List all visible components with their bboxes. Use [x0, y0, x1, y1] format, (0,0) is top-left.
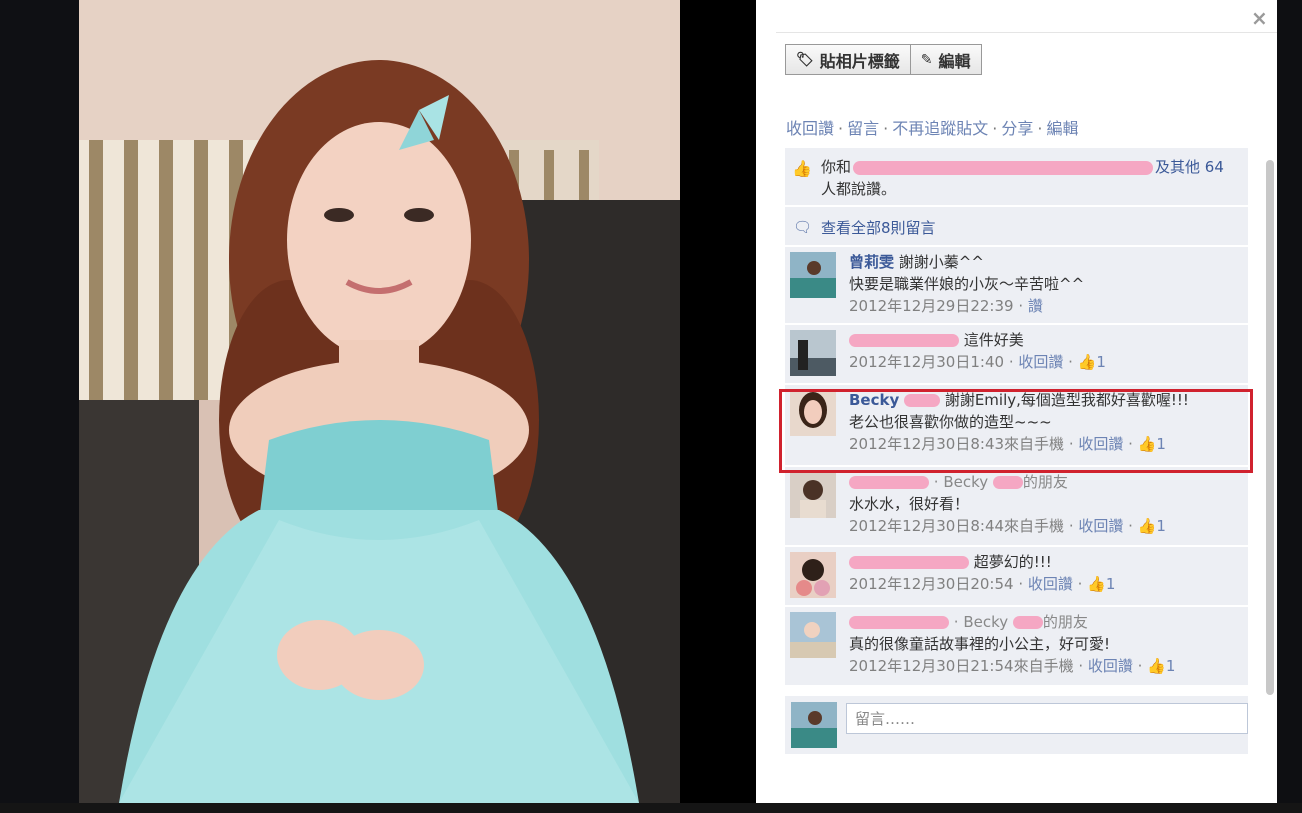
unlike-link[interactable]: 收回讚	[1028, 575, 1073, 593]
comment-likes[interactable]: 👍1	[1147, 657, 1175, 675]
comment-time[interactable]: 2012年12月30日21:54來自手機	[849, 657, 1074, 675]
friend-suffix: 的朋友	[1022, 473, 1068, 491]
avatar[interactable]	[790, 552, 836, 598]
tag-icon: 🏷	[796, 51, 814, 68]
avatar[interactable]	[790, 330, 836, 376]
unlike-link[interactable]: 收回讚	[1078, 517, 1123, 535]
photo-toolbar: 🏷 貼相片標籤 ✎ 編輯	[785, 44, 982, 75]
comment-likes[interactable]: 👍1	[1078, 353, 1106, 371]
redacted-author	[849, 616, 949, 629]
comment-feed: 👍 你和 及其他 64 人都說讚。 🗨 查看全部8則留言 曾莉雯 謝謝小蓁^^ 快…	[785, 148, 1248, 685]
right-backdrop	[1277, 0, 1302, 813]
comment-time[interactable]: 2012年12月29日22:39	[849, 297, 1014, 315]
likes-suffix: 人都說讚。	[821, 180, 897, 198]
stage-left-shade	[0, 0, 79, 813]
comment-text-cont: 老公也很喜歡你做的造型~~~	[849, 413, 1052, 431]
comment-text: 這件好美	[963, 331, 1024, 349]
unlike-link[interactable]: 收回讚	[1088, 657, 1133, 675]
unfollow-link[interactable]: 不再追蹤貼文	[892, 119, 988, 138]
comment-likes[interactable]: 👍1	[1087, 575, 1115, 593]
view-all-label: 查看全部8則留言	[821, 219, 936, 237]
comment-text: 謝謝Emily,每個造型我都好喜歡喔!!!	[944, 391, 1189, 409]
avatar[interactable]	[790, 472, 836, 518]
comment-time[interactable]: 2012年12月30日20:54	[849, 575, 1014, 593]
bottom-backdrop	[0, 803, 1302, 813]
comment-likes[interactable]: 👍1	[1138, 435, 1166, 453]
comment-item: 這件好美 2012年12月30日1:40 · 收回讚 · 👍1	[785, 325, 1248, 383]
redacted-author	[849, 334, 959, 347]
divider	[776, 32, 1277, 33]
post-actions: 收回讚 · 留言 · 不再追蹤貼文 · 分享 · 編輯	[786, 119, 1079, 138]
tag-photo-button[interactable]: 🏷 貼相片標籤	[785, 44, 911, 75]
thumbs-up-icon: 👍	[792, 159, 812, 178]
comment-text-cont: 快要是職業伴娘的小灰～辛苦啦^^	[849, 275, 1085, 293]
comment-link[interactable]: 留言	[847, 119, 879, 138]
redacted-names	[853, 160, 1154, 175]
like-link[interactable]: 讚	[1028, 297, 1043, 315]
avatar[interactable]	[790, 612, 836, 658]
comment-author[interactable]: 曾莉雯	[849, 253, 894, 271]
comment-text: 超夢幻的!!!	[973, 553, 1052, 571]
main-photo[interactable]	[79, 0, 680, 803]
redacted-name	[1012, 616, 1043, 629]
friend-suffix: 的朋友	[1042, 613, 1088, 631]
photo-side-panel: × 🏷 貼相片標籤 ✎ 編輯 收回讚 · 留言 · 不再追蹤貼文 · 分享 · 編輯 👍 你和 及…	[756, 0, 1277, 803]
redacted-name	[992, 476, 1023, 489]
unlike-link[interactable]: 收回讚	[786, 119, 834, 138]
comment-text: 水水水，很好看！	[849, 495, 970, 513]
avatar	[791, 702, 837, 748]
friend-of-name[interactable]: Becky	[963, 613, 1008, 631]
comment-likes[interactable]: 👍1	[1138, 517, 1166, 535]
tag-photo-label: 貼相片標籤	[819, 51, 900, 71]
comment-item: · Becky 的朋友 水水水，很好看！ 2012年12月30日8:44來自手機…	[785, 467, 1248, 545]
scrollbar[interactable]	[1266, 160, 1274, 695]
likes-summary: 👍 你和 及其他 64 人都說讚。	[785, 148, 1248, 205]
comment-time[interactable]: 2012年12月30日8:44來自手機	[849, 517, 1064, 535]
avatar[interactable]	[790, 252, 836, 298]
comment-item: 超夢幻的!!! 2012年12月30日20:54 · 收回讚 · 👍1	[785, 547, 1248, 605]
likes-more-link[interactable]: 及其他 64	[1155, 158, 1224, 176]
edit-link[interactable]: 編輯	[1046, 119, 1078, 138]
comment-bubble-icon: 🗨	[793, 218, 813, 236]
redacted-author	[849, 476, 929, 489]
comment-time[interactable]: 2012年12月30日1:40	[849, 353, 1004, 371]
comment-composer	[785, 696, 1248, 754]
comment-item: · Becky 的朋友 真的很像童話故事裡的小公主，好可愛! 2012年12月3…	[785, 607, 1248, 685]
comment-time[interactable]: 2012年12月30日8:43來自手機	[849, 435, 1064, 453]
comment-item: 曾莉雯 謝謝小蓁^^ 快要是職業伴娘的小灰～辛苦啦^^ 2012年12月29日2…	[785, 247, 1248, 323]
unlike-link[interactable]: 收回讚	[1018, 353, 1063, 371]
comment-author[interactable]: Becky	[849, 391, 899, 409]
comment-text: 真的很像童話故事裡的小公主，好可愛!	[849, 635, 1111, 653]
pencil-icon: ✎	[920, 51, 933, 68]
edit-label: 編輯	[938, 51, 971, 71]
comment-item: Becky 謝謝Emily,每個造型我都好喜歡喔!!! 老公也很喜歡你做的造型~…	[785, 385, 1248, 465]
close-icon[interactable]: ×	[1251, 6, 1268, 30]
redacted-author	[849, 556, 969, 569]
friend-of-name[interactable]: Becky	[943, 473, 988, 491]
comment-input[interactable]	[846, 703, 1248, 734]
unlike-link[interactable]: 收回讚	[1078, 435, 1123, 453]
likes-prefix: 你和	[821, 158, 852, 176]
avatar[interactable]	[790, 390, 836, 436]
share-link[interactable]: 分享	[1001, 119, 1033, 138]
view-all-comments[interactable]: 🗨 查看全部8則留言	[785, 207, 1248, 245]
edit-button[interactable]: ✎ 編輯	[910, 44, 982, 75]
photo-stage	[0, 0, 756, 813]
comment-text: 謝謝小蓁^^	[898, 253, 984, 271]
redacted-author	[904, 394, 941, 407]
